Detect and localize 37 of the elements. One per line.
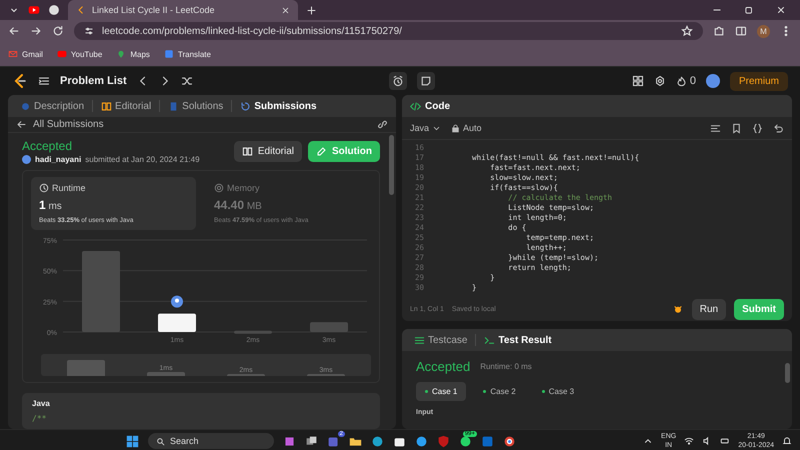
search-field[interactable]: Search	[148, 433, 274, 449]
run-button[interactable]: Run	[692, 298, 726, 320]
editorial-button[interactable]: Editorial	[234, 141, 302, 162]
address-bar[interactable]: leetcode.com/problems/linked-list-cycle-ii/submissions/1151750279/	[74, 22, 703, 40]
bookmark-link[interactable]: Maps	[130, 50, 150, 58]
panel-tab[interactable]: Submissions	[236, 98, 321, 114]
panel-tab[interactable]: Description	[16, 98, 88, 114]
code-snippet: /**	[32, 414, 48, 423]
bookmark-link[interactable]: Translate	[178, 50, 211, 58]
language-dropdown[interactable]: Java	[410, 123, 442, 133]
streak-count: 0	[690, 75, 696, 87]
username[interactable]: hadi_nayani	[35, 155, 82, 164]
status-text: Accepted	[22, 139, 74, 153]
all-submissions-link[interactable]: All Submissions	[33, 119, 104, 130]
problem-list-link[interactable]: Problem List	[60, 75, 127, 87]
panel-title: Code	[425, 100, 450, 112]
language-label: Java	[32, 399, 51, 408]
stat-value: 44.40 MB	[214, 198, 263, 212]
submitted-time: submitted at Jan 20, 2024 21:49	[85, 155, 200, 164]
panel-tab[interactable]: Solutions	[164, 98, 228, 114]
case-tab[interactable]: Case 3	[532, 382, 584, 401]
case-tab[interactable]: Case 2	[474, 382, 525, 401]
panel-tab[interactable]: Testcase	[410, 332, 472, 348]
mode-label: Auto	[463, 123, 482, 133]
bookmark-link[interactable]: Gmail	[22, 50, 43, 58]
case-tab[interactable]: Case 1	[416, 382, 466, 401]
result-status: Accepted	[416, 359, 470, 374]
profile-avatar[interactable]: M	[757, 24, 770, 38]
panel-tab[interactable]: Test Result	[480, 332, 556, 348]
stat-title: Runtime	[52, 183, 86, 193]
stat-title: Memory	[227, 183, 260, 193]
panel-tab[interactable]: Editorial	[97, 98, 156, 114]
browser-tab[interactable]: Linked List Cycle II - LeetCode	[68, 0, 298, 20]
stat-value: 1 ms	[39, 198, 63, 212]
premium-button[interactable]: Premium	[730, 72, 788, 90]
bookmark-link[interactable]: YouTube	[70, 50, 102, 58]
runtime-text: Runtime: 0 ms	[480, 362, 532, 371]
